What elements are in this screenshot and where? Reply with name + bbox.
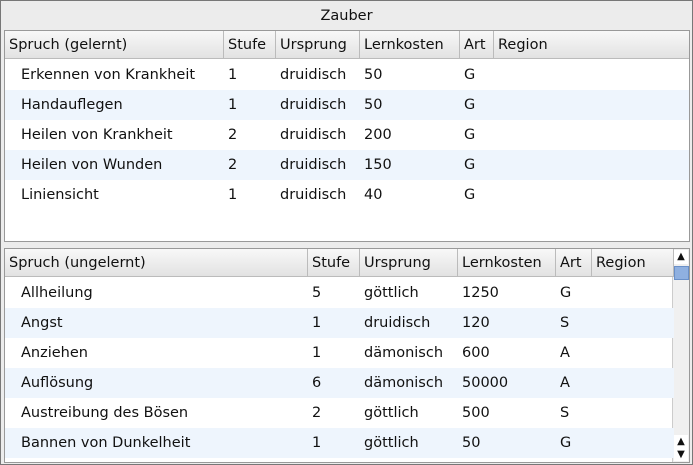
table-cell: 200 (364, 127, 392, 143)
table-cell: 120 (462, 315, 490, 331)
table-cell: G (464, 157, 476, 173)
table-cell: druidisch (280, 127, 347, 143)
table-cell: Heilen von Wunden (21, 157, 163, 173)
column-header[interactable]: Lernkosten (458, 249, 556, 277)
table-cell: dämonisch (364, 375, 444, 391)
column-header[interactable]: Art (556, 249, 592, 277)
table-cell: druidisch (280, 97, 347, 113)
scroll-up-icon[interactable]: ▲ (674, 250, 688, 264)
zauber-window: Zauber Spruch (gelernt) Stufe Ursprung Lern… (0, 0, 693, 465)
table-cell: G (560, 285, 572, 301)
table-cell: 50 (462, 435, 481, 451)
table-cell: G (560, 435, 572, 451)
table-cell: göttlich (364, 405, 419, 421)
table-cell: druidisch (364, 315, 431, 331)
table-cell: 1 (228, 67, 238, 83)
column-header[interactable]: Spruch (gelernt) (5, 31, 224, 59)
table-cell: 2 (228, 127, 238, 143)
column-header[interactable]: Region (592, 249, 674, 277)
table-cell: 5 (312, 285, 322, 301)
table-cell: 2 (228, 157, 238, 173)
table-cell: 1 (312, 435, 322, 451)
table-row[interactable]: Auflösung 6 dämonisch 50000 A (5, 368, 674, 398)
table-cell: Liniensicht (21, 187, 99, 203)
table-cell: 2 (312, 405, 322, 421)
table-cell: druidisch (280, 157, 347, 173)
table-cell: 1250 (462, 285, 499, 301)
table-cell: S (560, 315, 570, 331)
table-cell: G (464, 187, 476, 203)
unlearned-spells-table: ▲ ▲ ▼ Spruch (ungelernt) Stufe Ursprung Lern… (4, 248, 690, 463)
column-header[interactable]: Stufe (308, 249, 360, 277)
table-cell: 50000 (462, 375, 509, 391)
table-cell: 1 (312, 315, 322, 331)
table-cell: Anziehen (21, 345, 88, 361)
scroll-up-down-icon[interactable]: ▲ ▼ (674, 435, 688, 461)
table-cell: Bannen von Dunkelheit (21, 435, 191, 451)
table-cell: Austreibung des Bösen (21, 405, 189, 421)
table-cell: 150 (364, 157, 392, 173)
table-row[interactable]: Bannen von Dunkelheit 1 göttlich 50 G (5, 428, 674, 458)
window-title: Zauber (320, 8, 373, 24)
table-cell: druidisch (280, 67, 347, 83)
table-cell: A (560, 345, 570, 361)
column-header[interactable]: Art (460, 31, 494, 59)
table-cell: Handauflegen (21, 97, 123, 113)
table-row[interactable]: Heilen von Krankheit 2 druidisch 200 G (5, 120, 689, 150)
table-cell: G (464, 67, 476, 83)
table-cell: 50 (364, 97, 383, 113)
table-row[interactable]: Erkennen von Krankheit 1 druidisch 50 G (5, 60, 689, 90)
table-cell: 50 (364, 67, 383, 83)
table-cell: Allheilung (21, 285, 93, 301)
column-header[interactable]: Region (494, 31, 689, 59)
column-header[interactable]: Ursprung (360, 249, 458, 277)
table-row[interactable]: Anziehen 1 dämonisch 600 A (5, 338, 674, 368)
column-header[interactable]: Lernkosten (360, 31, 460, 59)
table-cell: dämonisch (364, 345, 444, 361)
table-cell: Angst (21, 315, 63, 331)
column-header[interactable]: Stufe (224, 31, 276, 59)
table-cell: Auflösung (21, 375, 94, 391)
table-cell: göttlich (364, 285, 419, 301)
table-cell: 1 (228, 97, 238, 113)
table-cell: Heilen von Krankheit (21, 127, 173, 143)
table-row[interactable]: Angst 1 druidisch 120 S (5, 308, 674, 338)
table-cell: 1 (312, 345, 322, 361)
table-cell: Erkennen von Krankheit (21, 67, 196, 83)
column-header[interactable]: Spruch (ungelernt) (5, 249, 308, 277)
table-cell: göttlich (364, 435, 419, 451)
scroll-thumb[interactable] (674, 266, 689, 280)
table-cell: A (560, 375, 570, 391)
table-cell: 6 (312, 375, 322, 391)
table-row[interactable]: Handauflegen 1 druidisch 50 G (5, 90, 689, 120)
table-row[interactable]: Heilen von Wunden 2 druidisch 150 G (5, 150, 689, 180)
table-row[interactable]: Allheilung 5 göttlich 1250 G (5, 278, 674, 308)
table-cell: 40 (364, 187, 383, 203)
column-header[interactable]: Ursprung (276, 31, 360, 59)
table-cell: S (560, 405, 570, 421)
table-cell: 500 (462, 405, 490, 421)
table-cell: G (464, 127, 476, 143)
table-row[interactable]: Liniensicht 1 druidisch 40 G (5, 180, 689, 210)
table-cell: druidisch (280, 187, 347, 203)
vertical-scrollbar[interactable]: ▲ ▲ ▼ (672, 249, 689, 462)
learned-spells-table: Spruch (gelernt) Stufe Ursprung Lernkosten A… (4, 30, 690, 242)
table-cell: 1 (228, 187, 238, 203)
table-cell: G (464, 97, 476, 113)
table-cell: 600 (462, 345, 490, 361)
table-row[interactable]: Austreibung des Bösen 2 göttlich 500 S (5, 398, 674, 428)
